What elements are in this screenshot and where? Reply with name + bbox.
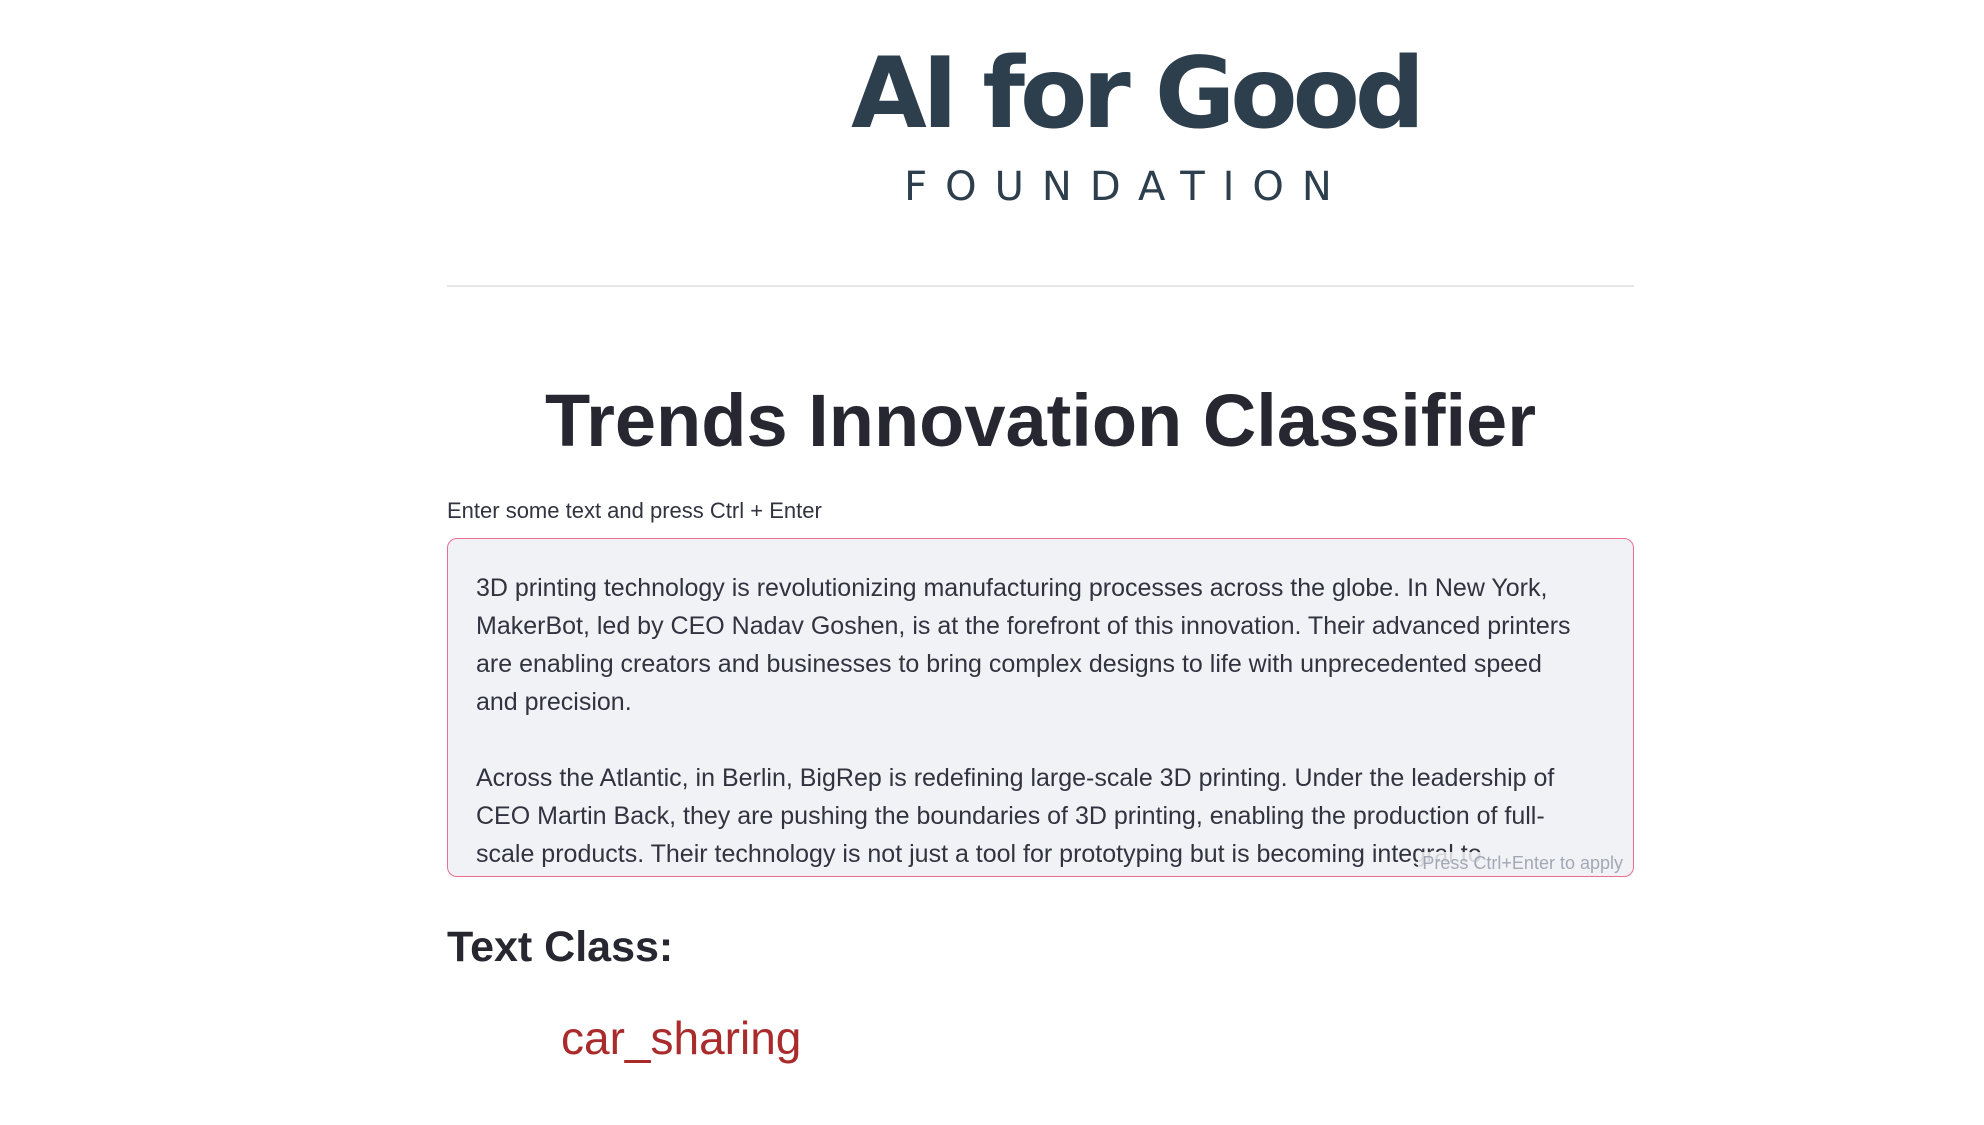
classification-result: car_sharing: [561, 1012, 802, 1064]
text-input-container: 3D printing technology is revolutionizin…: [447, 538, 1634, 877]
logo-sub-text: FOUNDATION: [904, 164, 1350, 210]
page-title: Trends Innovation Classifier: [544, 379, 1536, 462]
text-input-label: Enter some text and press Ctrl + Enter: [447, 498, 822, 523]
logo-main-text: AI for Good: [851, 37, 1425, 151]
text-class-heading: Text Class:: [447, 923, 674, 971]
ai-for-good-foundation-logo: AI for Good FOUNDATION: [851, 37, 1425, 214]
text-input-area[interactable]: 3D printing technology is revolutionizin…: [448, 539, 1633, 876]
horizontal-divider: [447, 285, 1634, 287]
apply-hint: Press Ctrl+Enter to apply: [1418, 852, 1623, 874]
